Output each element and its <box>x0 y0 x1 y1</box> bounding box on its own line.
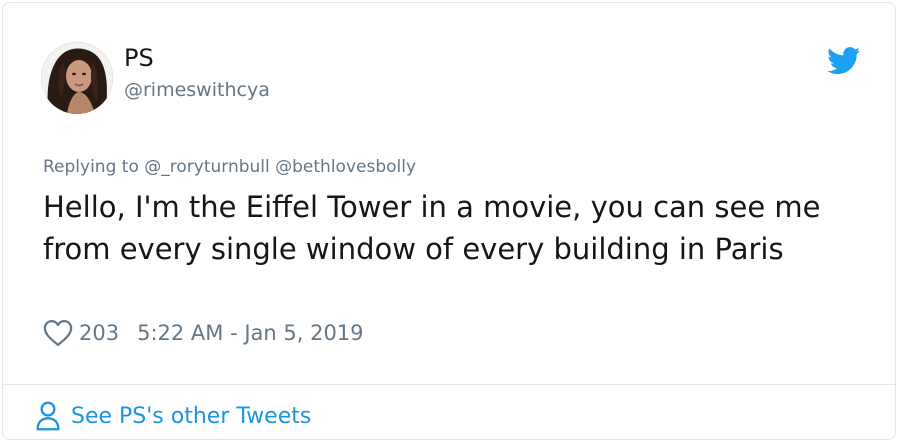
twitter-bird-icon[interactable] <box>827 47 861 75</box>
person-outline-icon <box>36 401 60 431</box>
see-other-tweets-label: See PS's other Tweets <box>71 403 312 429</box>
heart-outline-icon[interactable] <box>43 319 73 347</box>
tweet-text: Hello, I'm the Eiffel Tower in a movie, … <box>43 190 821 266</box>
see-other-tweets-link[interactable]: See PS's other Tweets <box>35 399 311 433</box>
avatar-image <box>41 42 113 114</box>
reply-prefix: Replying to <box>43 157 139 177</box>
footer-divider <box>3 384 895 385</box>
embedded-tweet-card: PS @rimeswithcya Replying to @_roryturnb… <box>2 2 896 440</box>
like-count: 203 <box>79 321 120 345</box>
reply-context: Replying to @_roryturnbull @bethlovesbol… <box>43 156 416 178</box>
reply-mentions[interactable]: @_roryturnbull @bethlovesbolly <box>144 157 416 177</box>
display-name[interactable]: PS <box>124 43 154 73</box>
user-handle[interactable]: @rimeswithcya <box>124 78 270 102</box>
tweet-timestamp[interactable]: 5:22 AM - Jan 5, 2019 <box>137 321 363 345</box>
tweet-meta: 203 5:22 AM - Jan 5, 2019 <box>43 318 364 348</box>
avatar[interactable] <box>41 42 113 114</box>
